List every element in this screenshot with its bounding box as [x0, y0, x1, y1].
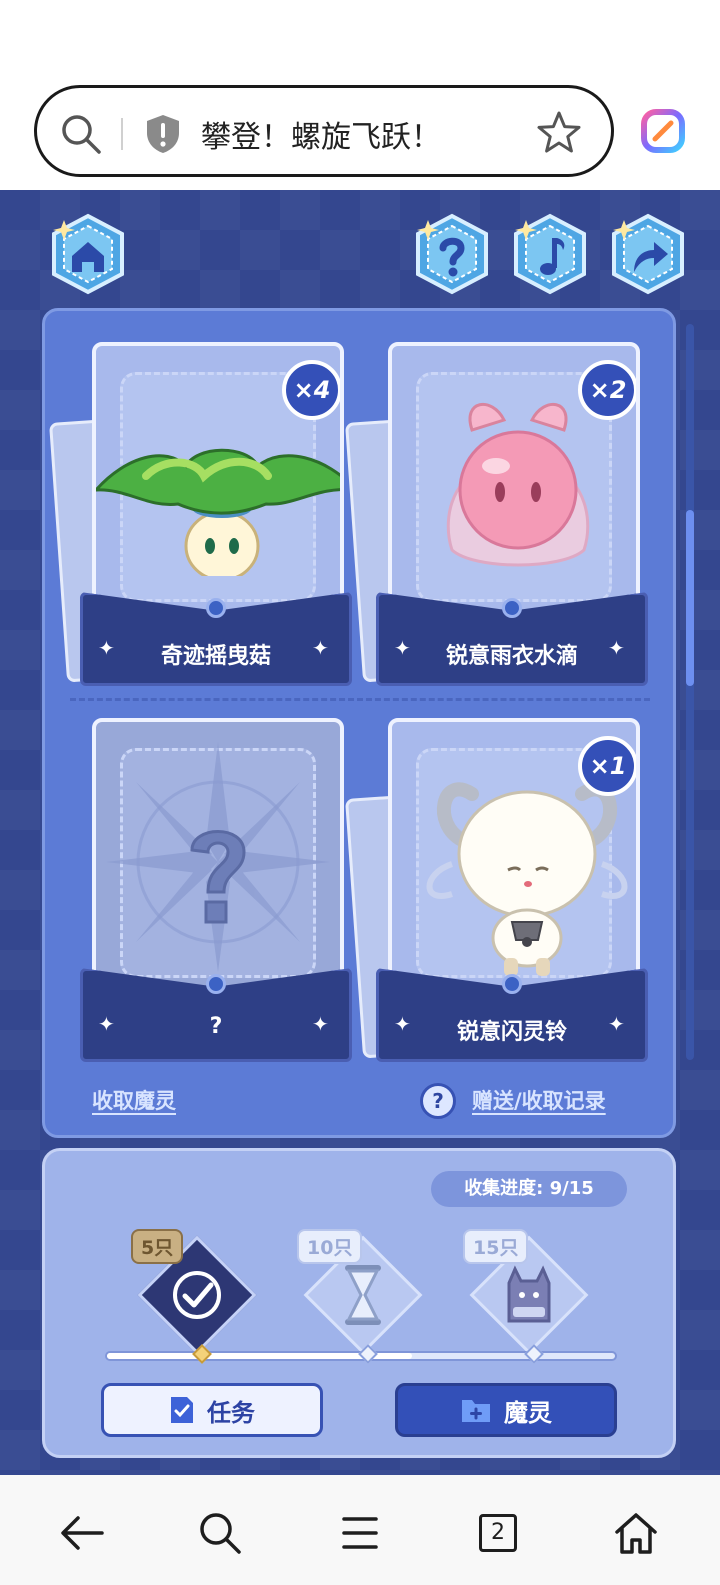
- spirit-card[interactable]: ×4 ✦ ✦ 奇迹摇曳菇: [49, 342, 358, 692]
- panel-divider: [70, 698, 650, 701]
- help-circle-icon[interactable]: ?: [420, 1083, 456, 1119]
- cat-box-icon: [507, 1265, 551, 1323]
- question-mark-icon: [190, 830, 246, 924]
- question-icon: [416, 213, 488, 295]
- hourglass-icon: [345, 1265, 381, 1325]
- search-icon: [200, 1513, 241, 1554]
- help-button[interactable]: [410, 212, 494, 296]
- music-button[interactable]: [508, 212, 592, 296]
- address-bar[interactable]: 攀登！螺旋飞跃！: [34, 85, 614, 177]
- card-face: ×1: [388, 718, 640, 1018]
- checkmark-icon: [173, 1271, 221, 1319]
- scrollbar-thumb[interactable]: [686, 510, 694, 686]
- milestone-tag: 5只: [131, 1229, 184, 1264]
- home-button[interactable]: [46, 212, 130, 296]
- menu-icon: [342, 1517, 378, 1549]
- search-icon[interactable]: [59, 112, 103, 156]
- pocket-dot: [206, 974, 226, 994]
- milestone-5[interactable]: 5只: [131, 1229, 257, 1357]
- browser-top-bar: 攀登！螺旋飞跃！: [0, 0, 720, 190]
- game-area: ×4 ✦ ✦ 奇迹摇曳菇 ×2 ✦ ✦ 锐意雨衣水滴 ✦ ✦ ? ×1 ✦ ✦ …: [0, 190, 720, 1475]
- card-count-badge: ×2: [578, 360, 636, 420]
- card-count-badge: ×1: [578, 736, 636, 796]
- back-button[interactable]: [54, 1505, 110, 1561]
- card-face: [92, 718, 344, 1018]
- card-label: 锐意闪灵铃: [456, 1020, 567, 1045]
- pocket-dot: [502, 598, 522, 618]
- spirit-button-label: 魔灵: [504, 1398, 552, 1427]
- pink-bubble-creature-image: [446, 403, 590, 567]
- card-label: ?: [209, 1014, 223, 1039]
- extension-icon[interactable]: [640, 108, 686, 154]
- task-document-icon: [171, 1397, 193, 1423]
- back-arrow-icon: [61, 1516, 104, 1550]
- mushroom-creature-image: [96, 448, 340, 576]
- locked-spirit-card[interactable]: ✦ ✦ ?: [80, 718, 358, 1068]
- shield-icon[interactable]: [143, 113, 183, 155]
- folder-icon: [462, 1400, 490, 1422]
- share-arrow-icon: [612, 213, 684, 295]
- task-button[interactable]: 任务: [101, 1383, 323, 1437]
- milestone-15[interactable]: 15只: [463, 1229, 589, 1357]
- home-icon: [615, 1513, 657, 1554]
- collection-progress-label: 收集进度: 9/15: [431, 1171, 627, 1207]
- pocket-dot: [206, 598, 226, 618]
- progress-panel: 收集进度: 9/15 5只 10只 15只 任务 魔灵: [42, 1148, 676, 1458]
- browser-bottom-nav: 2: [0, 1475, 720, 1585]
- card-face: ×4: [92, 342, 344, 642]
- tabs-button[interactable]: 2: [470, 1505, 526, 1561]
- tab-count: 2: [479, 1514, 517, 1552]
- music-note-icon: [514, 213, 586, 295]
- spirit-card[interactable]: ×2 ✦ ✦ 锐意雨衣水滴: [345, 342, 654, 692]
- milestone-tag: 15只: [463, 1229, 529, 1264]
- card-label: 锐意雨衣水滴: [445, 644, 578, 669]
- task-button-label: 任务: [207, 1398, 255, 1427]
- menu-button[interactable]: [332, 1505, 388, 1561]
- card-label: 奇迹摇曳菇: [160, 644, 271, 669]
- card-face: ×2: [388, 342, 640, 642]
- home-icon: [52, 213, 124, 295]
- address-separator: [121, 118, 123, 150]
- progress-track: [105, 1344, 617, 1364]
- spirit-card[interactable]: ×1 ✦ ✦ 锐意闪灵铃: [345, 718, 654, 1068]
- spirit-button[interactable]: 魔灵: [395, 1383, 617, 1437]
- app-screen: 攀登！螺旋飞跃！ ×4 ✦ ✦ 奇迹摇曳菇 ×2 ✦ ✦ 锐意雨衣水滴 ✦ ✦ …: [0, 0, 720, 1585]
- pocket-dot: [502, 974, 522, 994]
- milestone-10[interactable]: 10只: [297, 1229, 423, 1357]
- page-title[interactable]: 攀登！螺旋飞跃！: [201, 112, 441, 156]
- gift-history-link[interactable]: 赠送/收取记录: [472, 1085, 606, 1115]
- home-nav-button[interactable]: [608, 1505, 664, 1561]
- share-button[interactable]: [606, 212, 690, 296]
- card-count-badge: ×4: [282, 360, 340, 420]
- scrollbar[interactable]: [686, 324, 694, 1060]
- collect-spirit-link[interactable]: 收取魔灵: [92, 1085, 176, 1115]
- milestone-tag: 10只: [297, 1229, 363, 1264]
- star-icon[interactable]: [535, 109, 583, 157]
- search-nav-button[interactable]: [192, 1505, 248, 1561]
